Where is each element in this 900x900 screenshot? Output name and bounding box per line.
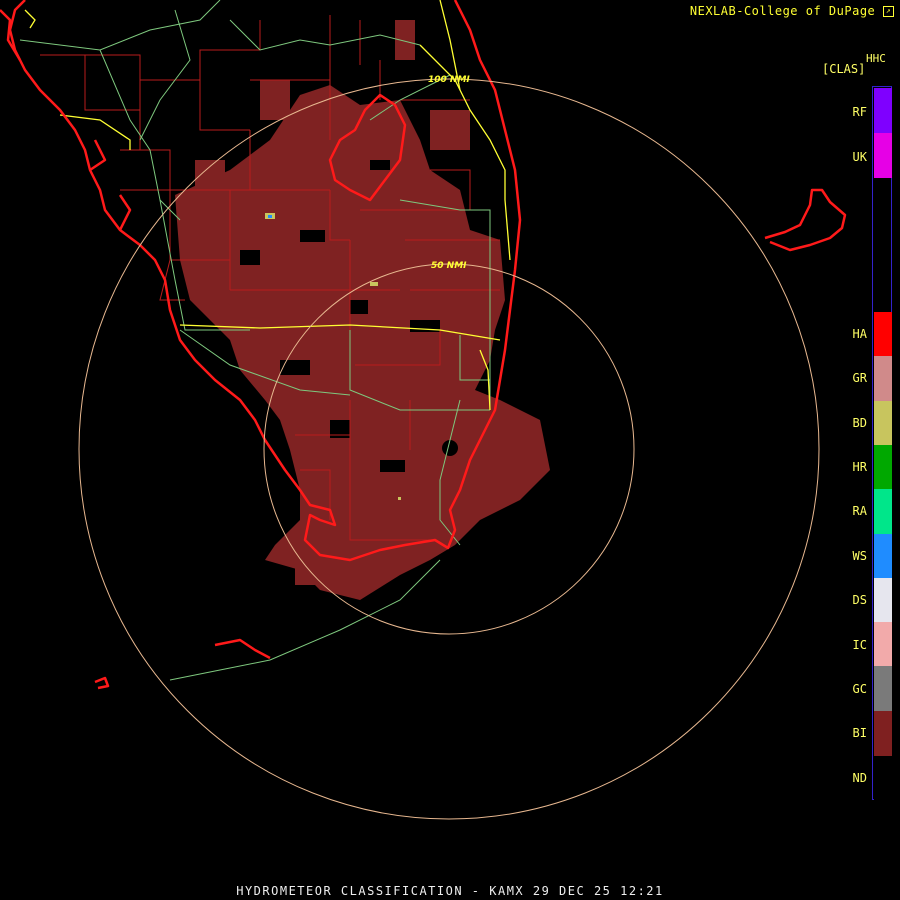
radar-map: 100 NMI 50 NMI — [0, 0, 847, 820]
legend-swatch-ha — [874, 312, 892, 356]
legend-swatch-ws — [874, 534, 892, 578]
legend-swatch-bd — [874, 401, 892, 445]
legend-label-ic: IC — [852, 638, 867, 652]
legend-swatch-gr — [874, 356, 892, 401]
product-code: HHC — [866, 52, 886, 65]
legend-swatch-nd — [874, 756, 892, 800]
legend-label-bd: BD — [852, 416, 867, 430]
legend-label-ws: WS — [852, 549, 867, 563]
legend-label-gr: GR — [852, 371, 867, 385]
legend-label-nd: ND — [852, 771, 867, 785]
legend-swatch-gc — [874, 666, 892, 711]
product-title: HYDROMETEOR CLASSIFICATION - KAMX 29 DEC… — [236, 884, 664, 898]
legend-label-ds: DS — [852, 593, 867, 607]
legend-label-gc: GC — [852, 682, 867, 696]
legend-label-uk: UK — [852, 150, 867, 164]
legend-swatch-uk — [874, 133, 892, 178]
legend-label-ha: HA — [852, 327, 867, 341]
legend-label-ra: RA — [852, 504, 867, 518]
credit-text: NEXLAB-College of DuPage ↗ — [690, 4, 894, 18]
legend-label-bi: BI — [852, 726, 867, 740]
legend-swatch-hr — [874, 445, 892, 489]
legend-label-hr: HR — [852, 460, 867, 474]
legend-swatch-ra — [874, 489, 892, 534]
ring-label-100: 100 NMI — [428, 75, 470, 85]
credit-label: NEXLAB-College of DuPage — [689, 4, 876, 18]
legend-swatch-rf — [874, 88, 892, 133]
units-label: [CLAS] — [822, 62, 866, 76]
arrow-box-icon[interactable]: ↗ — [883, 6, 894, 17]
ring-label-50: 50 NMI — [431, 261, 467, 271]
legend-label-rf: RF — [852, 105, 867, 119]
legend-swatch-ic — [874, 622, 892, 666]
legend-swatch-ds — [874, 578, 892, 622]
legend-swatch-bi — [874, 711, 892, 756]
